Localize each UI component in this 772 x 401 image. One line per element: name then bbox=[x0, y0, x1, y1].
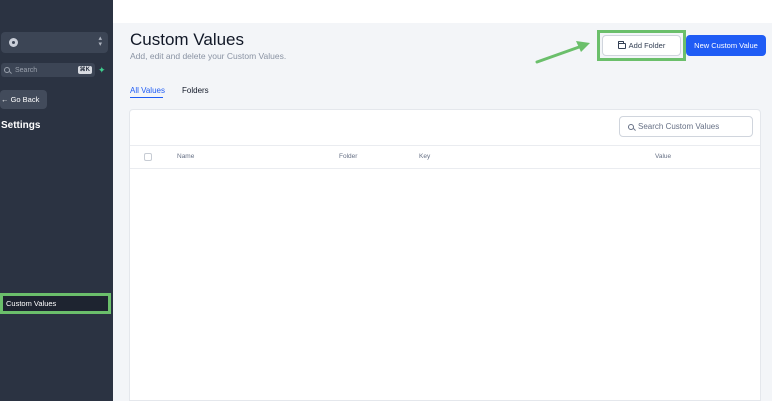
column-header-name[interactable]: Name bbox=[177, 153, 194, 160]
tab-folders[interactable]: Folders bbox=[182, 86, 209, 95]
sidebar-search-placeholder: Search bbox=[15, 66, 38, 74]
chevron-updown-icon: ▴ ▾ bbox=[98, 35, 102, 48]
select-all-checkbox[interactable] bbox=[144, 153, 152, 161]
folder-icon bbox=[617, 40, 626, 49]
annotation-arrow bbox=[535, 41, 590, 64]
page-subtitle: Add, edit and delete your Custom Values. bbox=[130, 51, 287, 61]
add-folder-label: Add Folder bbox=[628, 41, 666, 50]
search-custom-values-placeholder: Search Custom Values bbox=[638, 122, 720, 131]
new-custom-value-label: New Custom Value bbox=[694, 41, 758, 50]
bolt-icon[interactable]: ✦ bbox=[98, 65, 106, 76]
go-back-button[interactable]: ← Go Back bbox=[0, 90, 47, 109]
custom-values-card: Search Custom Values Name Folder Key Val… bbox=[129, 109, 761, 401]
column-header-value[interactable]: Value bbox=[655, 153, 671, 160]
active-tab-indicator bbox=[130, 97, 163, 98]
account-switcher[interactable]: ▴ ▾ bbox=[1, 32, 108, 53]
column-header-folder[interactable]: Folder bbox=[339, 153, 357, 160]
table-header: Name Folder Key Value bbox=[130, 145, 760, 169]
column-header-key[interactable]: Key bbox=[419, 153, 430, 160]
search-custom-values-input[interactable]: Search Custom Values bbox=[619, 116, 753, 137]
sidebar-search[interactable]: Search ⌘K bbox=[1, 63, 95, 77]
sidebar: ▴ ▾ Search ⌘K ✦ ← Go Back Settings Custom… bbox=[0, 0, 113, 401]
page-title: Custom Values bbox=[130, 30, 245, 49]
search-icon bbox=[628, 123, 634, 130]
sidebar-search-row: Search ⌘K ✦ bbox=[1, 63, 108, 77]
tab-all-values[interactable]: All Values bbox=[130, 86, 165, 95]
account-icon bbox=[9, 38, 18, 47]
go-back-label: Go Back bbox=[10, 95, 40, 104]
add-folder-button[interactable]: Add Folder bbox=[602, 35, 681, 56]
sidebar-item-label: Custom Values bbox=[6, 299, 57, 308]
new-custom-value-button[interactable]: New Custom Value bbox=[686, 35, 766, 56]
shortcut-badge: ⌘K bbox=[77, 66, 92, 74]
search-icon bbox=[4, 67, 10, 73]
sidebar-item-custom-values[interactable]: Custom Values bbox=[0, 293, 111, 314]
arrow-left-icon: ← bbox=[1, 95, 11, 104]
top-bar bbox=[113, 0, 772, 23]
sidebar-section-title: Settings bbox=[1, 120, 41, 131]
